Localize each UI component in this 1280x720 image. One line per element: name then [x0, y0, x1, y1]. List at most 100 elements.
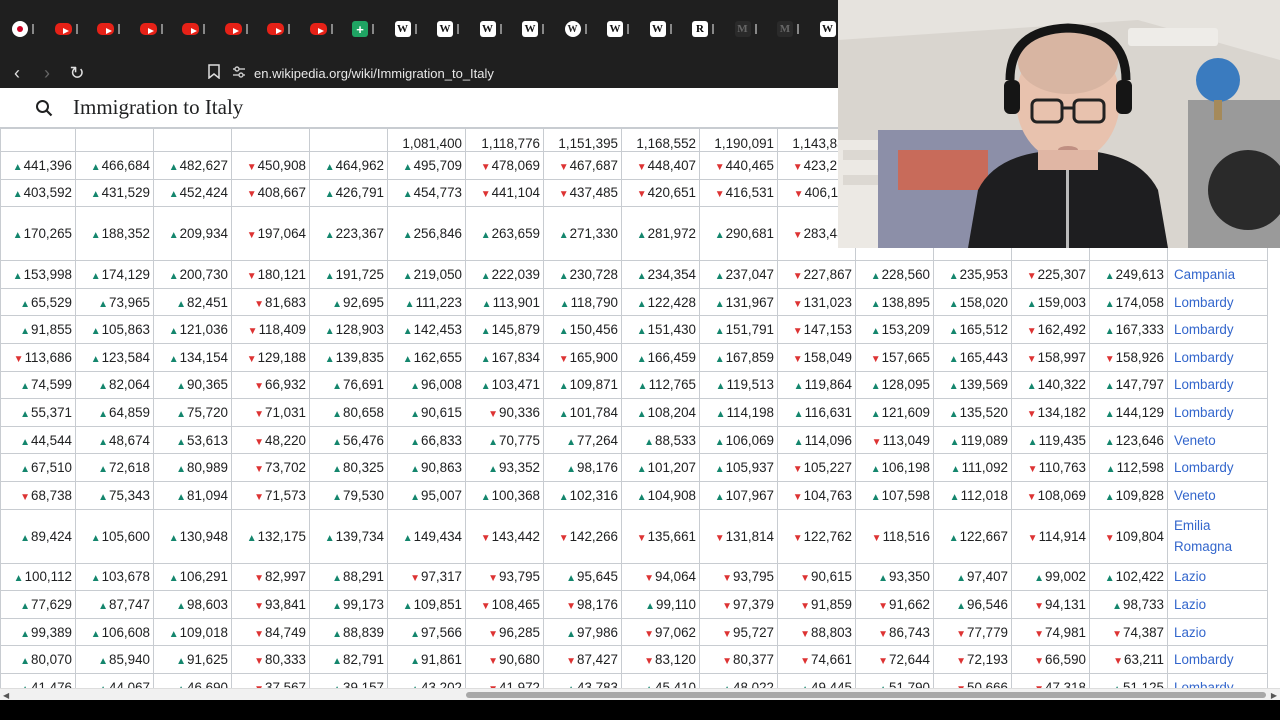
increase-arrow-icon: ▲ [90, 161, 101, 173]
table-cell: ▼113,049 [855, 425, 934, 455]
cell-value: 441,396 [23, 157, 72, 173]
table-cell: ▲209,934 [153, 206, 232, 262]
increase-arrow-icon: ▲ [1112, 600, 1123, 612]
browser-tab[interactable] [89, 14, 132, 44]
reload-icon[interactable]: ↻ [64, 60, 90, 86]
table-cell: ▲116,631 [777, 398, 856, 427]
table-cell: ▲82,791 [309, 645, 388, 674]
table-cell: ▲105,937 [699, 453, 778, 482]
address-bar-url[interactable]: en.wikipedia.org/wiki/Immigration_to_Ita… [254, 66, 494, 81]
table-cell: ▲158,020 [933, 287, 1012, 317]
browser-tab[interactable]: W [599, 14, 642, 44]
decrease-arrow-icon: ▼ [722, 656, 733, 668]
region-link[interactable]: Lombardy [1167, 398, 1268, 427]
region-link[interactable]: Lombardy [1167, 672, 1268, 688]
region-link[interactable]: Lombardy [1167, 645, 1268, 674]
cell-value: 85,940 [109, 652, 150, 668]
cell-value: 99,173 [343, 596, 384, 612]
region-link[interactable]: Campania [1167, 260, 1268, 289]
search-icon[interactable] [24, 99, 64, 117]
decrease-arrow-icon: ▼ [792, 326, 803, 338]
cell-value: 106,069 [725, 432, 774, 448]
table-cell: ▲123,584 [75, 342, 154, 372]
region-link[interactable]: Lombardy [1167, 342, 1268, 372]
region-link[interactable]: Veneto [1167, 480, 1268, 510]
browser-tab[interactable] [174, 14, 217, 44]
region-link[interactable]: Lazio [1167, 590, 1268, 619]
browser-tab[interactable]: R [684, 14, 727, 44]
cell-value: 41,972 [499, 679, 540, 688]
region-link[interactable]: Lombardy [1167, 370, 1268, 400]
table-cell: ▲81,094 [153, 480, 232, 510]
cell-value: 104,763 [803, 487, 852, 503]
increase-arrow-icon: ▲ [566, 464, 577, 476]
browser-tab[interactable]: W [472, 14, 515, 44]
decrease-arrow-icon: ▼ [792, 161, 803, 173]
increase-arrow-icon: ▲ [644, 436, 655, 448]
increase-arrow-icon: ▲ [714, 436, 725, 448]
cell-value: 180,121 [257, 266, 306, 282]
browser-tab[interactable]: + [344, 14, 387, 44]
browser-tab[interactable] [259, 14, 302, 44]
region-link[interactable]: Emilia Romagna [1167, 508, 1268, 564]
forward-arrow-icon[interactable]: › [34, 60, 60, 86]
increase-arrow-icon: ▲ [480, 381, 491, 393]
browser-tab[interactable]: M [769, 14, 812, 44]
browser-tab[interactable] [132, 14, 175, 44]
cell-value: 162,492 [1037, 322, 1086, 338]
table-cell: ▼467,687 [543, 151, 622, 180]
table-cell: ▲119,089 [933, 425, 1012, 455]
increase-arrow-icon: ▲ [949, 436, 960, 448]
table-cell: ▲112,598 [1089, 453, 1168, 482]
region-link[interactable]: Veneto [1167, 425, 1268, 455]
site-info-icon[interactable] [232, 65, 246, 81]
increase-arrow-icon: ▲ [402, 189, 413, 201]
browser-tab[interactable] [302, 14, 345, 44]
browser-tab[interactable]: W [812, 14, 839, 44]
table-cell: ▲130,948 [153, 508, 232, 564]
cell-value: 97,566 [421, 624, 462, 640]
browser-tab[interactable] [47, 14, 90, 44]
increase-arrow-icon: ▲ [481, 298, 492, 310]
cell-value: 230,728 [569, 266, 618, 282]
table-cell: ▲109,828 [1089, 480, 1168, 510]
table-cell: ▲139,734 [309, 508, 388, 564]
decrease-arrow-icon: ▼ [13, 353, 24, 365]
browser-tab[interactable]: W [642, 14, 685, 44]
cell-value: 108,204 [647, 404, 696, 420]
scroll-right-arrow-icon[interactable]: ▶ [1271, 691, 1277, 700]
scrollbar-thumb[interactable] [466, 692, 1266, 698]
cell-value: 118,790 [570, 294, 618, 310]
region-link[interactable]: Lazio [1167, 562, 1268, 592]
browser-tab[interactable]: W [514, 14, 557, 44]
increase-arrow-icon: ▲ [636, 270, 647, 282]
browser-tab[interactable]: W [557, 14, 600, 44]
browser-tab[interactable]: M [727, 14, 770, 44]
horizontal-scrollbar[interactable]: ◀ ▶ [0, 688, 1280, 700]
tab-title-fragment [797, 24, 799, 34]
region-link[interactable]: Lombardy [1167, 315, 1268, 344]
region-link[interactable]: Lazio [1167, 617, 1268, 647]
increase-arrow-icon: ▲ [948, 408, 959, 420]
decrease-arrow-icon: ▼ [644, 656, 655, 668]
cell-value: 450,908 [257, 157, 306, 173]
browser-tab[interactable]: W [387, 14, 430, 44]
cell-value: 106,198 [881, 460, 930, 476]
table-cell: ▲74,599 [0, 370, 76, 400]
table-cell: ▲191,725 [309, 260, 388, 289]
scroll-left-arrow-icon[interactable]: ◀ [3, 691, 9, 700]
region-link[interactable]: Lombardy [1167, 287, 1268, 317]
browser-tab[interactable] [217, 14, 260, 44]
increase-arrow-icon: ▲ [956, 573, 967, 585]
back-arrow-icon[interactable]: ‹ [4, 60, 30, 86]
table-cell: ▲80,070 [0, 645, 76, 674]
decrease-arrow-icon: ▼ [246, 230, 257, 242]
bookmark-icon[interactable] [208, 63, 220, 83]
table-cell: ▲48,022 [699, 672, 778, 688]
region-link[interactable]: Lombardy [1167, 453, 1268, 482]
browser-tab[interactable]: W [429, 14, 472, 44]
browser-tab[interactable] [4, 14, 47, 44]
decrease-arrow-icon: ▼ [878, 628, 889, 640]
table-cell: ▲91,855 [0, 315, 76, 344]
cell-value: 408,667 [257, 185, 306, 201]
